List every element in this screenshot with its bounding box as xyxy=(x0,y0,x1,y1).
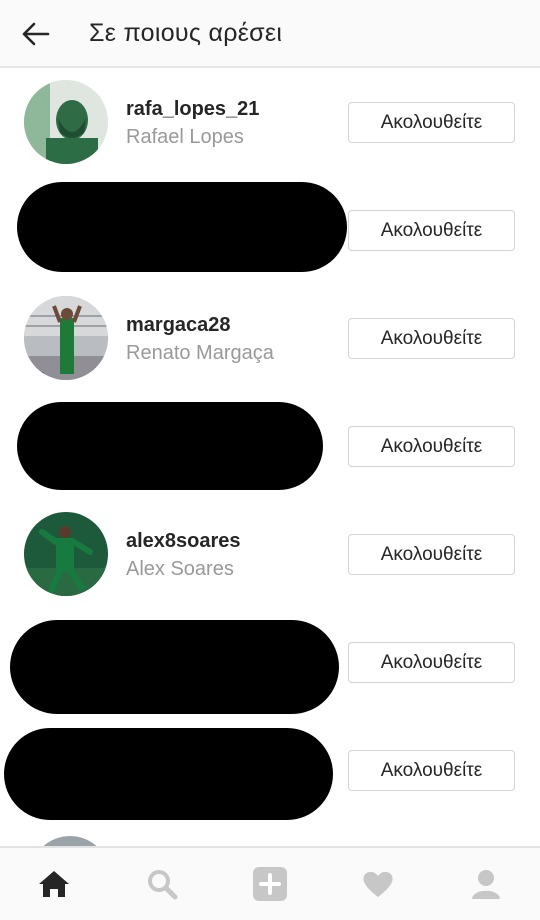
full-name: Renato Margaça xyxy=(126,342,274,364)
bottom-navigation xyxy=(0,846,540,920)
avatar-image xyxy=(24,512,108,596)
list-item: Ακολουθείτε xyxy=(0,176,540,284)
page-title: Σε ποιους αρέσει xyxy=(89,19,283,47)
back-button[interactable] xyxy=(14,14,58,54)
top-bar: Σε ποιους αρέσει xyxy=(0,0,540,68)
following-button[interactable]: Ακολουθείτε xyxy=(348,750,515,791)
list-item: alex8soares Alex Soares Ακολουθείτε xyxy=(0,500,540,608)
nav-search[interactable] xyxy=(137,862,187,906)
following-button[interactable]: Ακολουθείτε xyxy=(348,642,515,683)
redaction-mark xyxy=(10,620,339,714)
full-name: Alex Soares xyxy=(126,558,234,580)
following-button[interactable]: Ακολουθείτε xyxy=(348,102,515,143)
search-icon xyxy=(148,870,178,900)
following-button[interactable]: Ακολουθείτε xyxy=(348,210,515,251)
add-post-icon xyxy=(253,867,287,901)
home-icon xyxy=(39,871,69,897)
list-item: margaca28 Renato Margaça Ακολουθείτε xyxy=(0,284,540,392)
avatar-image xyxy=(24,296,108,380)
list-item: Ακολουθείτε xyxy=(0,392,540,500)
username[interactable]: margaca28 xyxy=(126,313,231,337)
profile-icon xyxy=(472,870,500,899)
avatar[interactable] xyxy=(24,296,108,380)
avatar[interactable] xyxy=(24,512,108,596)
nav-profile[interactable] xyxy=(461,862,511,906)
nav-home[interactable] xyxy=(29,862,79,906)
nav-activity[interactable] xyxy=(353,862,403,906)
username[interactable]: rafa_lopes_21 xyxy=(126,97,259,121)
avatar[interactable] xyxy=(24,80,108,164)
arrow-left-icon xyxy=(22,22,50,46)
nav-add-post[interactable] xyxy=(245,862,295,906)
list-item: Ακολουθείτε xyxy=(0,608,540,716)
following-button[interactable]: Ακολουθείτε xyxy=(348,534,515,575)
full-name: Rafael Lopes xyxy=(126,126,244,148)
heart-icon xyxy=(363,871,393,897)
following-button[interactable]: Ακολουθείτε xyxy=(348,318,515,359)
username[interactable]: alex8soares xyxy=(126,529,241,553)
redaction-mark xyxy=(17,402,323,490)
list-item: Ακολουθείτε xyxy=(0,716,540,824)
redaction-mark xyxy=(17,182,347,272)
following-button[interactable]: Ακολουθείτε xyxy=(348,426,515,467)
list-item: rafa_lopes_21 Rafael Lopes Ακολουθείτε xyxy=(0,68,540,176)
avatar-image xyxy=(24,80,108,164)
redaction-mark xyxy=(4,728,333,820)
